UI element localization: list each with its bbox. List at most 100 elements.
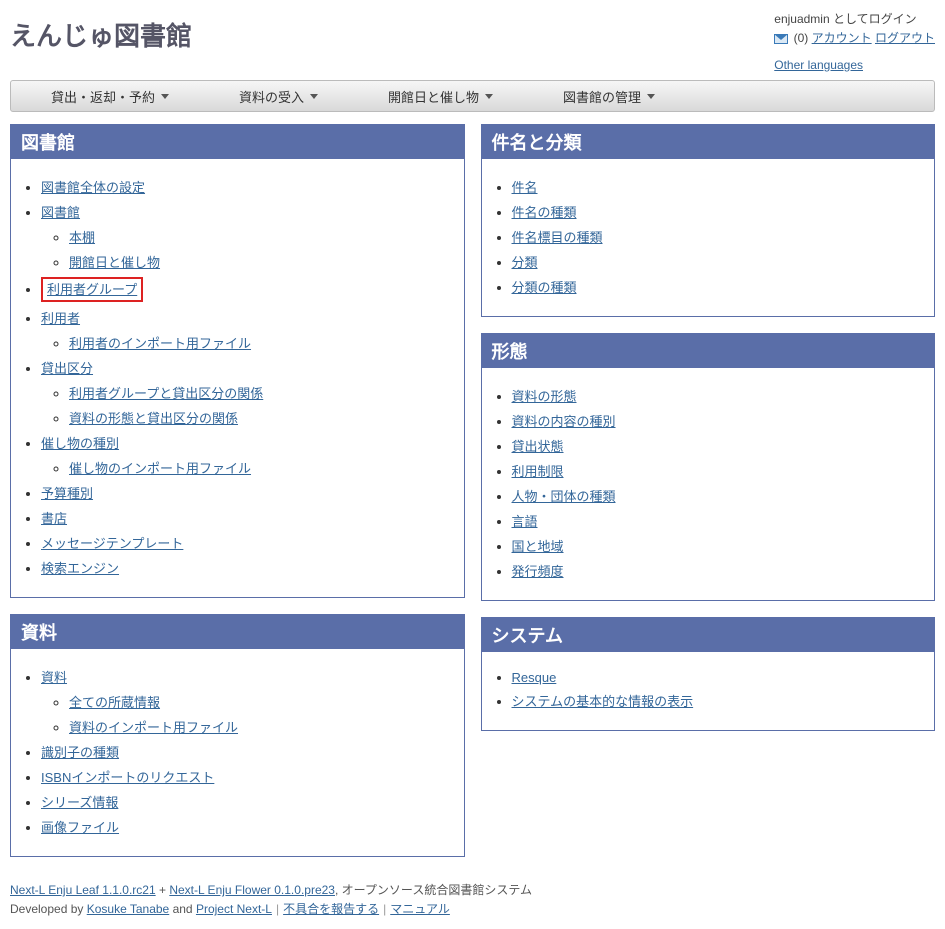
section-title: 図書館 — [11, 125, 464, 159]
link-isbn-import[interactable]: ISBNインポートのリクエスト — [41, 770, 214, 785]
menu-label: 資料の受入 — [239, 87, 304, 106]
logged-in-suffix: としてログイン — [830, 12, 917, 26]
list-item: シリーズ情報 — [41, 792, 450, 811]
link-carrier-types[interactable]: 資料の形態 — [512, 389, 577, 404]
section-title: システム — [482, 618, 935, 652]
list-item: 分類の種類 — [512, 277, 921, 296]
link-material-import[interactable]: 資料のインポート用ファイル — [69, 720, 238, 735]
link-form-checkout-rel[interactable]: 資料の形態と貸出区分の関係 — [69, 411, 238, 426]
list-item: Resque — [512, 670, 921, 685]
link-checkout-types[interactable]: 貸出区分 — [41, 361, 93, 376]
link-libraries[interactable]: 図書館 — [41, 205, 80, 220]
separator: | — [383, 902, 386, 916]
list-item: 国と地域 — [512, 536, 921, 555]
username: enjuadmin — [774, 12, 829, 26]
user-box: enjuadmin としてログイン (0) アカウント ログアウト Other … — [774, 10, 935, 72]
chevron-down-icon — [485, 94, 493, 99]
link-library-settings[interactable]: 図書館全体の設定 — [41, 180, 145, 195]
list-item: 言語 — [512, 511, 921, 530]
link-report-bug[interactable]: 不具合を報告する — [283, 902, 379, 916]
list-item: 本棚 — [69, 227, 450, 246]
chevron-down-icon — [310, 94, 318, 99]
link-use-restrictions[interactable]: 利用制限 — [512, 464, 564, 479]
other-languages-link[interactable]: Other languages — [774, 58, 863, 72]
logout-link[interactable]: ログアウト — [875, 31, 935, 45]
link-budget-types[interactable]: 予算種別 — [41, 486, 93, 501]
mail-icon[interactable] — [774, 34, 788, 44]
link-developer[interactable]: Kosuke Tanabe — [87, 902, 170, 916]
highlight-box: 利用者グループ — [41, 277, 143, 302]
link-resque[interactable]: Resque — [512, 670, 557, 685]
section-title: 件名と分類 — [482, 125, 935, 159]
link-content-types[interactable]: 資料の内容の種別 — [512, 414, 616, 429]
message-count: (0) — [794, 31, 809, 45]
link-circ-statuses[interactable]: 貸出状態 — [512, 439, 564, 454]
list-item: 催し物のインポート用ファイル — [69, 458, 450, 477]
link-project[interactable]: Project Next-L — [196, 902, 272, 916]
link-subjects[interactable]: 件名 — [512, 180, 538, 195]
list-item: 資料のインポート用ファイル — [69, 717, 450, 736]
link-event-types[interactable]: 催し物の種別 — [41, 436, 119, 451]
link-events[interactable]: 開館日と催し物 — [69, 255, 160, 270]
section-form: 形態 資料の形態 資料の内容の種別 貸出状態 利用制限 人物・団体の種類 言語 … — [481, 333, 936, 601]
link-bookstores[interactable]: 書店 — [41, 511, 67, 526]
link-enju-flower[interactable]: Next-L Enju Flower 0.1.0.pre23 — [169, 883, 335, 897]
link-message-templates[interactable]: メッセージテンプレート — [41, 536, 183, 551]
menu-checkout[interactable]: 貸出・返却・予約 — [11, 87, 199, 106]
section-subject: 件名と分類 件名 件名の種類 件名標目の種類 分類 分類の種類 — [481, 124, 936, 317]
list-item: 検索エンジン — [41, 558, 450, 577]
link-classifications[interactable]: 分類 — [512, 255, 538, 270]
account-link[interactable]: アカウント — [812, 31, 872, 45]
link-manual[interactable]: マニュアル — [390, 902, 450, 916]
menu-accession[interactable]: 資料の受入 — [199, 87, 348, 106]
link-shelves[interactable]: 本棚 — [69, 230, 95, 245]
link-event-import[interactable]: 催し物のインポート用ファイル — [69, 461, 251, 476]
list-item: 利用者 利用者のインポート用ファイル — [41, 308, 450, 352]
text: and — [169, 902, 196, 916]
text: Developed by — [10, 902, 87, 916]
site-title: えんじゅ図書館 — [10, 10, 192, 53]
link-all-items[interactable]: 全ての所蔵情報 — [69, 695, 160, 710]
list-item: 貸出区分 利用者グループと貸出区分の関係 資料の形態と貸出区分の関係 — [41, 358, 450, 427]
section-material: 資料 資料 全ての所蔵情報 資料のインポート用ファイル 識別子の種類 ISBNイ… — [10, 614, 465, 857]
list-item: 開館日と催し物 — [69, 252, 450, 271]
link-user-import[interactable]: 利用者のインポート用ファイル — [69, 336, 251, 351]
menu-admin[interactable]: 図書館の管理 — [523, 87, 685, 106]
chevron-down-icon — [161, 94, 169, 99]
link-countries[interactable]: 国と地域 — [512, 539, 564, 554]
link-image-files[interactable]: 画像ファイル — [41, 820, 119, 835]
menu-label: 開館日と催し物 — [388, 87, 479, 106]
link-agent-types[interactable]: 人物・団体の種類 — [512, 489, 616, 504]
link-identifier-types[interactable]: 識別子の種類 — [41, 745, 119, 760]
link-subject-types[interactable]: 件名の種類 — [512, 205, 577, 220]
link-series[interactable]: シリーズ情報 — [41, 795, 118, 810]
list-item: 利用者のインポート用ファイル — [69, 333, 450, 352]
link-system-info[interactable]: システムの基本的な情報の表示 — [512, 694, 694, 709]
link-group-checkout-rel[interactable]: 利用者グループと貸出区分の関係 — [69, 386, 263, 401]
list-item: ISBNインポートのリクエスト — [41, 767, 450, 786]
link-languages[interactable]: 言語 — [512, 514, 538, 529]
section-system: システム Resque システムの基本的な情報の表示 — [481, 617, 936, 731]
link-classification-types[interactable]: 分類の種類 — [512, 280, 577, 295]
list-item: 資料の形態と貸出区分の関係 — [69, 408, 450, 427]
link-subject-heading-types[interactable]: 件名標目の種類 — [512, 230, 603, 245]
list-item: 識別子の種類 — [41, 742, 450, 761]
link-materials[interactable]: 資料 — [41, 670, 67, 685]
list-item: 画像ファイル — [41, 817, 450, 836]
link-search-engines[interactable]: 検索エンジン — [41, 561, 119, 576]
chevron-down-icon — [647, 94, 655, 99]
list-item: 全ての所蔵情報 — [69, 692, 450, 711]
list-item: 資料の形態 — [512, 386, 921, 405]
separator: | — [276, 902, 279, 916]
link-frequencies[interactable]: 発行頻度 — [512, 564, 564, 579]
link-users[interactable]: 利用者 — [41, 311, 80, 326]
list-item: メッセージテンプレート — [41, 533, 450, 552]
section-title: 資料 — [11, 615, 464, 649]
link-enju-leaf[interactable]: Next-L Enju Leaf 1.1.0.rc21 — [10, 883, 156, 897]
menu-events[interactable]: 開館日と催し物 — [348, 87, 523, 106]
list-item: 件名の種類 — [512, 202, 921, 221]
footer: Next-L Enju Leaf 1.1.0.rc21 + Next-L Enj… — [10, 881, 935, 919]
menu-label: 貸出・返却・予約 — [51, 87, 155, 106]
list-item: 利用者グループ — [41, 277, 450, 302]
link-user-groups[interactable]: 利用者グループ — [47, 282, 137, 297]
